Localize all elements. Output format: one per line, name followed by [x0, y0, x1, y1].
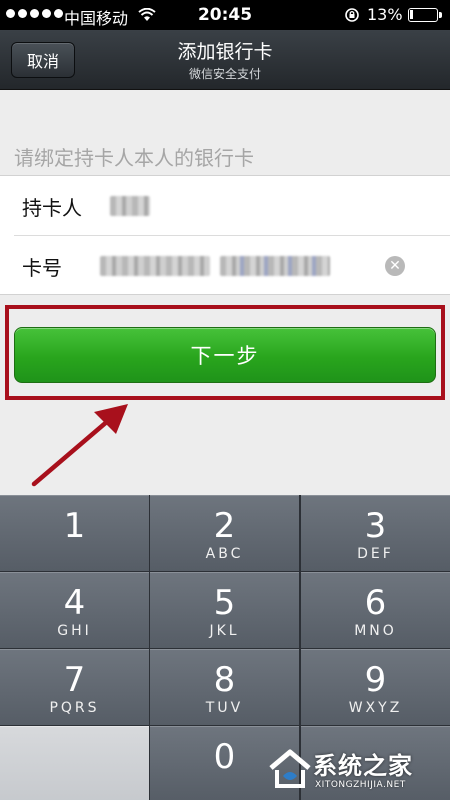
watermark: 系统之家 XITONGZHIJIA.NET: [265, 740, 450, 800]
key-7[interactable]: 7 PQRS: [0, 649, 149, 725]
watermark-logo-icon: [269, 749, 311, 788]
page-subtitle: 微信安全支付: [188, 67, 261, 81]
key-3[interactable]: 3 DEF: [301, 495, 450, 571]
battery-percent: 13%: [367, 5, 403, 24]
watermark-title: 系统之家: [313, 752, 413, 780]
key-9[interactable]: 9 WXYZ: [301, 649, 450, 725]
navigation-bar: 取消 添加银行卡 微信安全支付: [0, 30, 450, 90]
card-number-row[interactable]: 卡号 ✕: [0, 236, 450, 296]
cardholder-name-blurred: [110, 196, 150, 216]
card-number-label: 卡号: [22, 255, 62, 280]
watermark-url: XITONGZHIJIA.NET: [315, 780, 406, 790]
key-1[interactable]: 1: [0, 495, 149, 571]
annotation-arrow-icon: [30, 398, 140, 492]
card-form: 持卡人 卡号 ✕: [0, 175, 450, 295]
card-number-blurred-part1[interactable]: [100, 256, 210, 276]
next-step-button[interactable]: 下一步: [14, 327, 436, 383]
key-6[interactable]: 6 MNO: [301, 572, 450, 648]
key-2[interactable]: 2 ABC: [150, 495, 299, 571]
section-label: 请绑定持卡人本人的银行卡: [14, 146, 254, 170]
clear-input-icon[interactable]: ✕: [385, 256, 405, 276]
battery-icon: [408, 8, 442, 22]
key-blank: [0, 726, 149, 800]
cardholder-label: 持卡人: [22, 195, 82, 220]
status-bar: 中国移动 20:45 13%: [0, 0, 450, 30]
rotation-lock-icon: [344, 7, 360, 27]
key-4[interactable]: 4 GHI: [0, 572, 149, 648]
cardholder-row[interactable]: 持卡人: [0, 176, 450, 236]
key-5[interactable]: 5 JKL: [150, 572, 299, 648]
page-title: 添加银行卡: [177, 41, 273, 63]
key-8[interactable]: 8 TUV: [150, 649, 299, 725]
card-number-blurred-part2[interactable]: [220, 256, 330, 276]
